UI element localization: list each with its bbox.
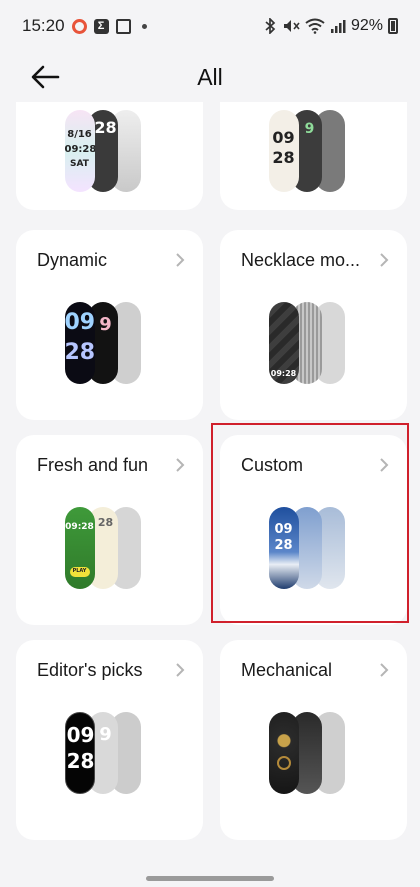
watch-face-preview: 09 28 [64, 302, 95, 384]
battery-percent: 92% [350, 17, 383, 34]
watch-face-previews: 09 28 9 [268, 110, 359, 192]
card-title: Mechanical [241, 660, 333, 680]
watch-face-previews: 09 28 9 [64, 712, 155, 794]
watch-face-previews [268, 712, 359, 794]
header: All [0, 52, 420, 102]
selection-highlight [211, 423, 409, 623]
face-minute-text: 28 [66, 749, 95, 773]
chevron-right-icon [380, 253, 389, 267]
sigma-app-icon: Σ [93, 18, 109, 34]
watch-face-preview: 09 28 [64, 712, 95, 794]
card-title: Necklace mo... [241, 250, 361, 270]
back-arrow-icon[interactable] [28, 62, 62, 92]
category-card-2[interactable]: 09 28 9 [220, 102, 407, 210]
card-title: Fresh and fun [37, 455, 149, 475]
face-minute-text: 28 [64, 340, 95, 365]
face-play-text: PLAY [72, 568, 87, 574]
category-card-1[interactable]: 8/16 09:28 SAT 28 [16, 102, 203, 210]
battery-icon [388, 18, 398, 34]
face-minute-text: 28 [272, 148, 295, 167]
gear-icon [276, 756, 291, 770]
page-title: All [197, 63, 223, 90]
chevron-right-icon [176, 458, 185, 472]
watch-face-preview: 09 28 [268, 110, 299, 192]
chevron-right-icon [176, 663, 185, 677]
gallery-icon [115, 18, 131, 34]
watch-face-preview: 09:28 PLAY [64, 507, 95, 589]
category-card-fresh-and-fun[interactable]: Fresh and fun 09:28 PLAY 28 [16, 435, 203, 625]
face-hour-text: 09 [272, 128, 295, 147]
mute-icon [283, 20, 300, 32]
category-card-editors-picks[interactable]: Editor's picks 09 28 9 [16, 640, 203, 840]
watch-face-previews: 09:28 [268, 302, 359, 384]
category-card-dynamic[interactable]: Dynamic 09 28 9 [16, 230, 203, 420]
category-card-mechanical[interactable]: Mechanical [220, 640, 407, 840]
card-title: Dynamic [37, 250, 108, 270]
watch-face-previews: 09 28 9 [64, 302, 155, 384]
card-title: Editor's picks [37, 660, 143, 680]
chevron-right-icon [380, 663, 389, 677]
signal-icon [330, 20, 346, 33]
face-day-text: SAT [70, 159, 89, 169]
watch-face-preview: 09:28 [268, 302, 299, 384]
watch-face-preview: 8/16 09:28 SAT [64, 110, 95, 192]
category-card-necklace[interactable]: Necklace mo... 09:28 [220, 230, 407, 420]
face-date-text: 8/16 [67, 129, 92, 140]
status-bar: 15:20 Σ 92% [0, 0, 420, 52]
face-hour-text: 09 [66, 723, 95, 747]
watch-face-previews: 8/16 09:28 SAT 28 [64, 110, 155, 192]
face-time-text: 09:28 [64, 144, 95, 155]
record-icon [71, 18, 87, 34]
face-time-text: 09:28 [270, 369, 297, 378]
chevron-right-icon [176, 253, 185, 267]
face-time-text: 09:28 [65, 522, 94, 532]
more-notifications-icon [141, 23, 147, 29]
bluetooth-icon [265, 18, 276, 34]
face-play-badge: PLAY [69, 567, 90, 577]
watch-face-previews: 09:28 PLAY 28 [64, 507, 155, 589]
home-indicator[interactable] [146, 876, 274, 881]
wifi-icon [305, 18, 325, 34]
watch-face-preview [268, 712, 299, 794]
face-hour-text: 09 [64, 310, 95, 335]
status-time: 15:20 [22, 16, 65, 35]
